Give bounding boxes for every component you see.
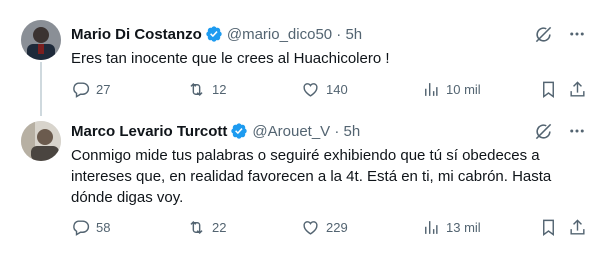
retweet-icon (190, 82, 203, 96)
views-icon (425, 82, 438, 96)
tweet-text: Conmigo mide tus palabras o seguiré exhi… (71, 147, 552, 206)
share-button[interactable] (568, 217, 587, 237)
grok-icon[interactable] (533, 121, 553, 141)
share-icon (570, 80, 585, 97)
views-button[interactable]: 13 mil (421, 217, 481, 237)
display-name[interactable]: Mario Di Costanzo (71, 26, 202, 43)
views-icon (425, 220, 438, 234)
views-button[interactable]: 10 mil (421, 79, 481, 99)
like-count: 229 (326, 219, 348, 235)
reply-count: 58 (96, 219, 111, 235)
reply-button[interactable]: 27 (71, 79, 110, 99)
like-count: 140 (326, 81, 348, 97)
avatar[interactable] (21, 20, 61, 60)
like-button[interactable]: 229 (301, 217, 348, 237)
reply-count: 27 (96, 81, 111, 97)
reply-icon (73, 219, 90, 236)
tweet-actions: 58 22 229 13 mil (71, 217, 591, 237)
dot-separator: · (330, 122, 344, 140)
tweet-text: Eres tan inocente que le crees al Huachi… (71, 50, 390, 67)
retweet-count: 12 (212, 81, 227, 97)
thread-line (40, 62, 42, 116)
share-icon (570, 218, 585, 235)
more-icon[interactable] (567, 121, 587, 141)
avatar[interactable] (21, 121, 61, 161)
bookmark-button[interactable] (539, 79, 558, 99)
grok-icon[interactable] (533, 24, 553, 44)
timestamp[interactable]: 5h (344, 123, 361, 140)
bookmark-icon (543, 81, 554, 98)
handle[interactable]: @Arouet_V (252, 123, 330, 140)
timestamp[interactable]: 5h (345, 26, 362, 43)
verified-badge-icon (206, 26, 222, 42)
display-name[interactable]: Marco Levario Turcott (71, 123, 227, 140)
handle[interactable]: @mario_dico50 (227, 26, 332, 43)
like-icon (303, 220, 318, 235)
retweet-button[interactable]: 22 (187, 217, 226, 237)
tweet-top-actions (533, 24, 611, 44)
retweet-button[interactable]: 12 (187, 79, 226, 99)
verified-badge-icon (231, 123, 248, 139)
tweet-header: Marco Levario Turcott @Arouet_V · 5h (71, 121, 360, 141)
bookmark-button[interactable] (539, 217, 558, 237)
bookmark-icon (543, 219, 554, 236)
retweet-icon (190, 220, 203, 234)
like-button[interactable]: 140 (301, 79, 348, 99)
more-icon[interactable] (567, 24, 587, 44)
retweet-count: 22 (212, 219, 227, 235)
share-button[interactable] (568, 79, 587, 99)
dot-separator: · (332, 25, 346, 43)
tweet-actions: 27 12 140 10 mil (71, 79, 591, 99)
reply-icon (73, 81, 90, 98)
views-count: 10 mil (446, 81, 481, 97)
like-icon (303, 82, 318, 97)
reply-button[interactable]: 58 (71, 217, 110, 237)
tweet-header: Mario Di Costanzo @mario_dico50 · 5h (71, 24, 362, 44)
tweet-top-actions (533, 121, 611, 141)
views-count: 13 mil (446, 219, 481, 235)
